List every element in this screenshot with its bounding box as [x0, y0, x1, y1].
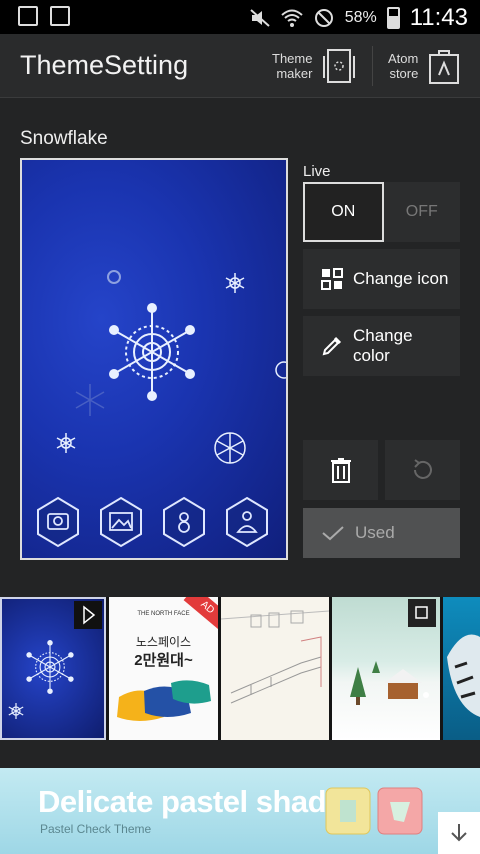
theme-maker-label-line1: Theme — [272, 51, 313, 66]
shoes-image — [117, 680, 211, 721]
sim-icon — [50, 6, 70, 26]
live-label: Live — [303, 163, 331, 180]
battery-icon — [386, 7, 400, 29]
do-not-disturb-icon — [314, 9, 333, 27]
atom-store-label-line1: Atom — [388, 51, 419, 66]
change-color-label-line2: color — [353, 346, 390, 365]
theme-maker-button[interactable]: Theme maker — [272, 44, 356, 88]
theme-maker-label-line2: maker — [276, 66, 313, 81]
snowflake-wallpaper — [37, 270, 286, 548]
gallery-icon — [18, 6, 38, 26]
banner-title: Delicate pastel shades — [38, 784, 360, 819]
ad-line2: 2만원대~ — [134, 652, 193, 669]
live-toggle: ON OFF — [303, 182, 460, 242]
delete-button[interactable] — [303, 440, 378, 500]
reset-button[interactable] — [385, 440, 460, 500]
header-divider — [372, 46, 373, 86]
atom-store-label-line2: store — [389, 66, 419, 81]
wifi-icon — [281, 9, 303, 27]
ad-brand: THE NORTH FACE — [137, 611, 190, 617]
snowflake-thumb-art — [8, 601, 102, 720]
change-icon-button[interactable]: Change icon — [303, 249, 460, 309]
pastel-icons-image — [325, 787, 423, 835]
download-icon — [451, 824, 467, 842]
page-title: ThemeSetting — [20, 50, 189, 80]
trash-icon — [330, 458, 351, 483]
theme-name: Snowflake — [20, 128, 108, 149]
winter-cabin-art — [350, 599, 436, 705]
atom-store-button[interactable]: Atom store — [388, 44, 460, 88]
checkmark-icon — [322, 526, 344, 541]
tiger-art — [447, 634, 480, 717]
clock: 11:43 — [409, 4, 468, 31]
refresh-icon — [413, 459, 432, 479]
ad-thumb[interactable]: AD THE NORTH FACE 노스페이스 2만원대~ — [109, 597, 218, 740]
app-header: ThemeSetting Theme maker Atom store — [0, 34, 480, 98]
change-icon-label: Change icon — [353, 269, 449, 288]
grid-icon — [321, 268, 343, 290]
status-bar: 58% 11:43 — [0, 0, 480, 34]
mute-icon — [250, 9, 270, 27]
theme-thumb-winter-cabin[interactable] — [332, 597, 440, 740]
download-button[interactable] — [438, 812, 480, 854]
live-off-button[interactable]: OFF — [383, 182, 460, 242]
sketch-art — [221, 610, 329, 704]
theme-preview — [20, 158, 288, 560]
ad-line1: 노스페이스 — [135, 635, 192, 649]
store-bag-icon — [429, 50, 460, 84]
used-label: Used — [355, 523, 395, 542]
theme-carousel: AD THE NORTH FACE 노스페이스 2만원대~ — [0, 597, 480, 740]
eyedropper-icon — [322, 336, 342, 356]
used-button[interactable]: Used — [303, 508, 460, 558]
live-on-button[interactable]: ON — [303, 182, 384, 242]
battery-percent: 58% — [344, 9, 377, 26]
theme-thumb-tiger[interactable] — [443, 597, 480, 740]
theme-maker-icon — [323, 49, 356, 83]
theme-thumb-sketch[interactable] — [221, 597, 329, 740]
banner-subtitle: Pastel Check Theme — [40, 822, 152, 836]
theme-thumb-snowflake[interactable] — [0, 597, 106, 740]
change-color-button[interactable]: Change color — [303, 316, 460, 376]
change-color-label-line1: Change — [353, 326, 413, 345]
promo-banner[interactable]: Delicate pastel shades Pastel Check Them… — [0, 768, 480, 854]
